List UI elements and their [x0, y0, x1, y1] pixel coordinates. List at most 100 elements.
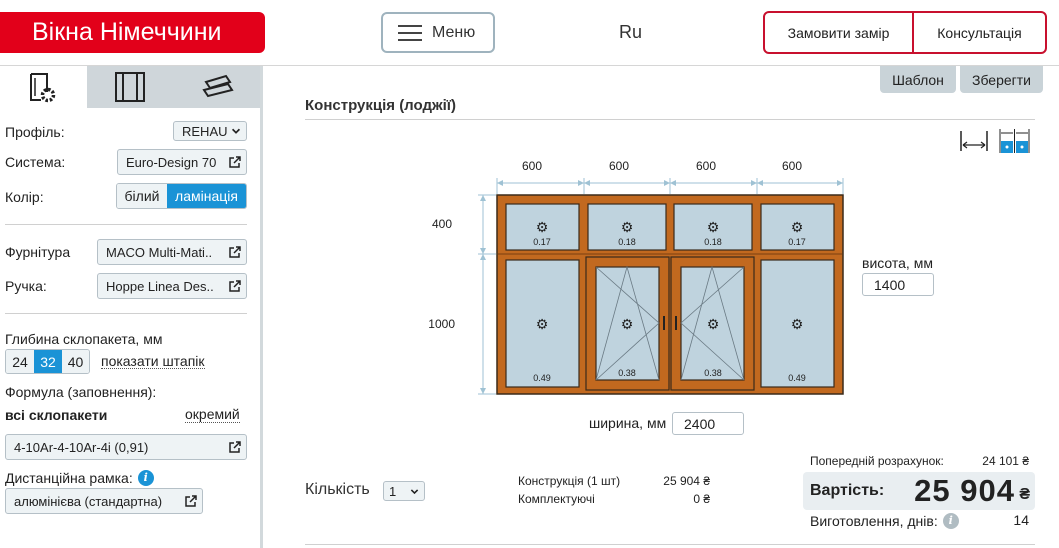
glass-depth-label: Глибина склопакета, мм: [5, 331, 163, 347]
area-label: 0.38: [704, 368, 722, 378]
area-label: 0.17: [533, 237, 551, 247]
sidebar-tabs: [0, 66, 261, 108]
gear-icon[interactable]: ⚙: [621, 316, 634, 332]
external-link-icon: [229, 246, 241, 258]
split-width-icon[interactable]: [998, 127, 1032, 155]
hardware-label: Фурнітура: [5, 244, 71, 260]
height-input[interactable]: 1400: [862, 273, 934, 296]
hardware-select[interactable]: MACO Multi-Mati..: [97, 239, 247, 265]
gear-icon[interactable]: ⚙: [707, 316, 720, 332]
construction-cost-label: Конструкція (1 шт): [518, 474, 621, 488]
height-dimension-lines: [478, 194, 496, 395]
external-link-icon: [229, 441, 241, 453]
width-input[interactable]: 2400: [672, 412, 744, 435]
gear-icon[interactable]: ⚙: [536, 219, 549, 235]
menu-button[interactable]: Меню: [381, 12, 495, 53]
width-dim-3: 600: [696, 159, 716, 173]
divider: [5, 224, 247, 225]
gear-icon[interactable]: ⚙: [791, 316, 804, 332]
quantity-label: Кількість: [305, 481, 370, 498]
separate-option[interactable]: окремий: [185, 407, 240, 423]
formula-label: Формула (заповнення):: [5, 384, 157, 400]
spacer-select[interactable]: алюмінієва (стандартна): [5, 488, 203, 514]
total-price-box: Вартість: 25 904 ₴: [803, 472, 1035, 510]
depth-option-32[interactable]: 32: [34, 350, 62, 373]
window-settings-icon: [30, 73, 56, 103]
color-option-laminate[interactable]: ламінація: [167, 184, 246, 208]
external-link-icon: [229, 156, 241, 168]
hamburger-icon: [398, 24, 422, 42]
language-switch[interactable]: Ru: [619, 22, 642, 43]
depth-option-40[interactable]: 40: [62, 350, 89, 373]
section-title: Конструкція (лоджії): [305, 97, 457, 114]
order-measure-button[interactable]: Замовити замір: [765, 13, 914, 52]
production-days: 14: [1013, 512, 1029, 528]
production-label: Виготовлення, днів:: [810, 513, 938, 529]
logo[interactable]: Вікна Німеччини: [0, 12, 265, 53]
spacer-label: Дистанційна рамка:: [5, 470, 133, 486]
template-button[interactable]: Шаблон: [880, 66, 956, 93]
save-button[interactable]: Зберегти: [960, 66, 1043, 93]
hardware-value: MACO Multi-Mati..: [106, 244, 213, 260]
height-dim-top: 400: [432, 217, 452, 231]
area-label: 0.17: [788, 237, 806, 247]
divider: [305, 119, 1035, 120]
depth-option-24[interactable]: 24: [6, 350, 34, 373]
system-label: Система:: [5, 154, 66, 170]
area-label: 0.18: [704, 237, 722, 247]
formula-select[interactable]: 4-10Ar-4-10Ar-4i (0,91): [5, 434, 247, 460]
previous-calc-value: 24 101 ₴: [982, 454, 1029, 468]
tab-construction[interactable]: [86, 66, 174, 108]
tab-sill[interactable]: [173, 66, 261, 108]
info-icon[interactable]: i: [137, 470, 154, 486]
height-dim-bottom: 1000: [428, 317, 455, 331]
menu-label: Меню: [432, 23, 476, 41]
all-units-option[interactable]: всі склопакети: [5, 407, 107, 423]
handle-icon: [675, 316, 677, 330]
accessories-value: 0 ₴: [693, 492, 710, 506]
system-select[interactable]: Euro-Design 70: [117, 149, 247, 175]
external-link-icon: [229, 280, 241, 292]
chevron-down-icon: [410, 489, 419, 495]
header: Вікна Німеччини Меню Ru Замовити замір К…: [0, 0, 1059, 66]
gear-icon[interactable]: ⚙: [791, 219, 804, 235]
area-label: 0.49: [788, 373, 806, 383]
info-icon[interactable]: i: [942, 513, 959, 529]
equal-width-icon[interactable]: [959, 129, 989, 153]
external-link-icon: [185, 495, 197, 507]
quantity-value: 1: [389, 483, 397, 499]
color-option-white[interactable]: білий: [117, 184, 167, 208]
divider: [305, 544, 1035, 545]
gear-icon[interactable]: ⚙: [621, 219, 634, 235]
width-dim-4: 600: [782, 159, 802, 173]
spacer-row: Дистанційна рамка: i: [5, 470, 154, 486]
tab-parameters[interactable]: [0, 66, 87, 108]
system-value: Euro-Design 70: [126, 154, 217, 170]
sidebar: Профіль: REHAU Система: Euro-Design 70 К…: [0, 66, 263, 548]
color-toggle: білий ламінація: [116, 183, 247, 209]
profile-select[interactable]: REHAU: [173, 121, 247, 141]
chevron-down-icon: [231, 128, 241, 134]
handle-select[interactable]: Hoppe Linea Des..: [97, 273, 247, 299]
gear-icon[interactable]: ⚙: [707, 219, 720, 235]
show-bead-link[interactable]: показати штапік: [101, 354, 205, 369]
area-label: 0.18: [618, 237, 636, 247]
window-sill-icon: [202, 74, 234, 98]
profile-label: Профіль:: [5, 124, 65, 140]
glass-depth-toggle: 24 32 40: [5, 349, 90, 374]
handle-label: Ручка:: [5, 278, 47, 294]
profile-value: REHAU: [182, 123, 228, 139]
width-dim-1: 600: [522, 159, 542, 173]
currency-symbol: ₴: [1019, 486, 1030, 503]
divider: [5, 313, 247, 314]
handle-icon: [663, 316, 665, 330]
width-label: ширина, мм: [589, 415, 667, 431]
quantity-select[interactable]: 1: [383, 481, 425, 501]
consultation-button[interactable]: Консультація: [914, 13, 1045, 52]
area-label: 0.49: [533, 373, 551, 383]
handle-value: Hoppe Linea Des..: [106, 278, 214, 294]
previous-calc-label: Попередній розрахунок:: [810, 454, 944, 468]
gear-icon[interactable]: ⚙: [536, 316, 549, 332]
header-actions: Замовити замір Консультація: [763, 11, 1047, 54]
height-label: висота, мм: [862, 255, 933, 271]
